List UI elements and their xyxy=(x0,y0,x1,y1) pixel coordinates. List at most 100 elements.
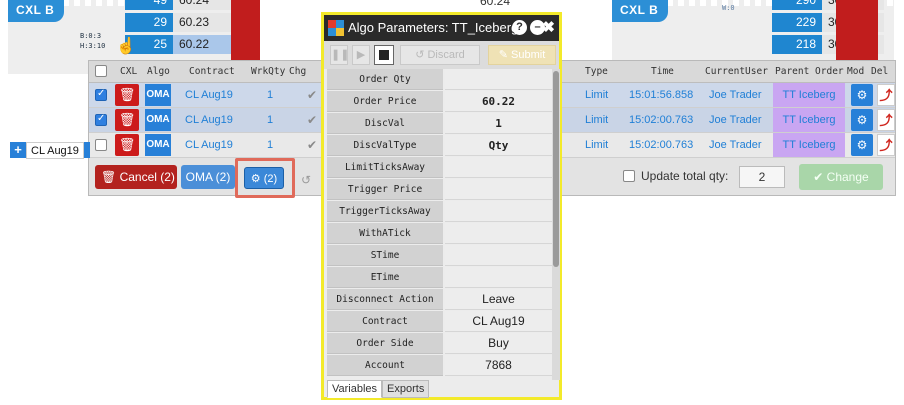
parent-order-cell[interactable]: TT Iceberg xyxy=(773,108,845,132)
col-wrkqty[interactable]: WrkQty xyxy=(251,66,285,77)
trash-icon[interactable]: 🗑 xyxy=(115,109,139,131)
delete-order-icon[interactable]: ⤴ xyxy=(877,134,895,156)
dialog-tabs: Variables Exports xyxy=(327,380,430,398)
modify-algo-icon[interactable]: ⚙ xyxy=(851,84,873,106)
col-parent-order[interactable]: Parent Order xyxy=(775,66,844,77)
parameter-row[interactable]: LimitTicksAway xyxy=(327,157,552,179)
cancel-selected-button[interactable]: 🗑 Cancel (2) xyxy=(95,165,177,189)
parameter-value[interactable] xyxy=(445,69,552,90)
col-chg[interactable]: Chg xyxy=(289,66,306,77)
contract-cell: CL Aug19 xyxy=(185,139,233,151)
dialog-titlebar[interactable]: Algo Parameters: TT_Iceberg ? – ✖ xyxy=(324,15,559,41)
parameter-row[interactable]: Contract CL Aug19 xyxy=(327,311,552,333)
parameter-value[interactable]: Leave xyxy=(445,289,552,310)
ladder-qty-cell[interactable]: 49 xyxy=(125,0,173,10)
parameters-scrollbar[interactable] xyxy=(552,69,560,380)
change-button[interactable]: ✔ Change xyxy=(799,164,883,190)
checkmark-icon: ✔ xyxy=(307,88,318,102)
contract-tab-label[interactable]: CL Aug19 xyxy=(26,141,84,159)
col-type[interactable]: Type xyxy=(585,66,608,77)
algo-oma-badge[interactable]: OMA xyxy=(145,134,171,156)
col-del[interactable]: Del xyxy=(871,66,888,77)
parameter-row[interactable]: DiscValType Qty xyxy=(327,135,552,157)
cxl-buy-tab[interactable]: CXL B xyxy=(612,0,669,22)
parameter-value[interactable] xyxy=(445,245,552,266)
parameter-value[interactable]: 60.22 xyxy=(445,91,552,112)
select-all-checkbox[interactable] xyxy=(95,65,107,77)
update-total-qty-checkbox[interactable] xyxy=(623,170,635,182)
algo-oma-badge[interactable]: OMA xyxy=(145,109,171,131)
parameter-value[interactable] xyxy=(445,267,552,288)
col-algo[interactable]: Algo xyxy=(147,66,170,77)
discard-button[interactable]: ↺ Discard xyxy=(400,45,480,65)
parameter-value[interactable] xyxy=(445,201,552,222)
col-mod[interactable]: Mod xyxy=(847,66,864,77)
ladder-qty-cell[interactable]: 29 xyxy=(125,13,173,32)
algo-params-button[interactable]: ⚙ (2) xyxy=(244,167,284,189)
pause-icon[interactable]: ❚❚ xyxy=(330,45,349,65)
parameter-value[interactable] xyxy=(445,157,552,178)
col-contract[interactable]: Contract xyxy=(189,66,235,77)
parameter-value[interactable]: Buy xyxy=(445,333,552,354)
parameter-row[interactable]: ETime xyxy=(327,267,552,289)
undo-icon[interactable]: ↺ xyxy=(301,173,311,187)
parameter-value[interactable]: 7868 xyxy=(445,355,552,376)
stop-icon[interactable] xyxy=(374,45,394,65)
row-checkbox[interactable] xyxy=(95,139,107,151)
ladder-price-cell: 60.24 xyxy=(173,0,231,10)
close-icon[interactable]: ✖ xyxy=(542,18,555,36)
parameter-row[interactable]: TriggerTicksAway xyxy=(327,201,552,223)
submit-button[interactable]: ✎ Submit xyxy=(488,45,556,65)
plus-icon[interactable]: + xyxy=(10,142,26,158)
row-checkbox[interactable] xyxy=(95,113,107,126)
parameter-row[interactable]: DiscVal 1 xyxy=(327,113,552,135)
parameter-label: TriggerTicksAway xyxy=(327,201,443,222)
parameter-value[interactable]: Qty xyxy=(445,135,552,156)
col-cxl[interactable]: CXL xyxy=(120,66,137,77)
tab-exports[interactable]: Exports xyxy=(382,380,430,398)
parameter-value[interactable] xyxy=(445,179,552,200)
modify-algo-icon[interactable]: ⚙ xyxy=(851,134,873,156)
contract-tab[interactable]: + CL Aug19 xyxy=(10,141,90,159)
parent-order-cell[interactable]: TT Iceberg xyxy=(773,133,845,157)
update-total-qty-input[interactable]: 2 xyxy=(739,166,785,188)
help-icon[interactable]: ? xyxy=(512,20,527,35)
parameter-row[interactable]: Trigger Price xyxy=(327,179,552,201)
parameter-row[interactable]: Order Qty xyxy=(327,69,552,91)
dialog-title: Algo Parameters: TT_Iceberg xyxy=(348,20,519,35)
oma-button[interactable]: OMA (2) xyxy=(181,165,235,189)
scrollbar-thumb[interactable] xyxy=(553,71,559,267)
cxl-buy-tab[interactable]: CXL B xyxy=(8,0,65,22)
algo-oma-badge[interactable]: OMA xyxy=(145,84,171,106)
delete-order-icon[interactable]: ⤴ xyxy=(877,84,895,106)
change-button-label: Change xyxy=(826,170,869,184)
parameter-row[interactable]: Disconnect Action Leave xyxy=(327,289,552,311)
tab-variables[interactable]: Variables xyxy=(327,380,383,398)
pencil-icon: ✎ xyxy=(498,49,512,61)
working-orders-indicator: B:0:3 xyxy=(80,32,102,40)
parameter-row[interactable]: Order Side Buy xyxy=(327,333,552,355)
parameter-row[interactable]: WithATick xyxy=(327,223,552,245)
parameter-value[interactable] xyxy=(445,223,552,244)
parent-order-cell[interactable]: TT Iceberg xyxy=(773,83,845,107)
parameter-label: Order Price xyxy=(327,91,443,112)
hand-cursor-icon: ☝ xyxy=(116,38,136,55)
col-current-user[interactable]: CurrentUser xyxy=(705,66,768,77)
parameter-value[interactable]: CL Aug19 xyxy=(445,311,552,332)
row-checkbox[interactable] xyxy=(95,88,107,101)
ladder-qty-cell[interactable]: 229 xyxy=(772,13,822,32)
modify-algo-icon[interactable]: ⚙ xyxy=(851,109,873,131)
type-cell: Limit xyxy=(585,89,609,101)
parameter-row[interactable]: Order Price 60.22 xyxy=(327,91,552,113)
parameter-value[interactable]: 1 xyxy=(445,113,552,134)
play-icon[interactable]: ▶ xyxy=(352,45,370,65)
trash-icon[interactable]: 🗑 xyxy=(115,134,139,156)
parameter-row[interactable]: Account 7868 xyxy=(327,355,552,377)
delete-order-icon[interactable]: ⤴ xyxy=(877,109,895,131)
col-time[interactable]: Time xyxy=(651,66,674,77)
trash-icon[interactable]: 🗑 xyxy=(115,84,139,106)
ladder-qty-cell[interactable]: 218 xyxy=(772,35,822,54)
parameter-row[interactable]: STime xyxy=(327,245,552,267)
ladder-qty-cell[interactable]: 290 xyxy=(772,0,822,10)
working-orders-indicator: H:3:10 xyxy=(80,42,106,50)
